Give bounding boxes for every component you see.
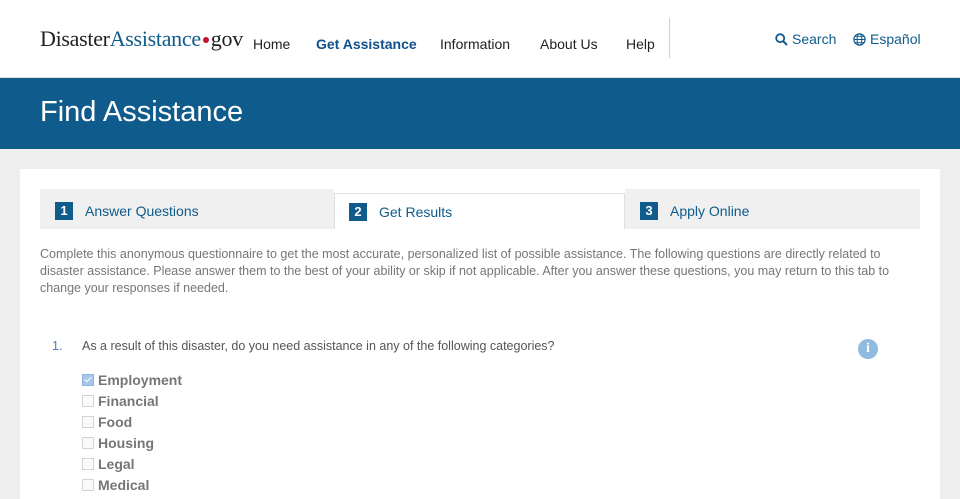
option-medical[interactable]: Medical	[82, 475, 182, 496]
logo-word-gov: gov	[210, 26, 243, 51]
option-label: Food	[98, 414, 133, 430]
option-employment[interactable]: Employment	[82, 370, 182, 391]
tab-label: Answer Questions	[85, 203, 199, 219]
option-financial[interactable]: Financial	[82, 391, 182, 412]
tab-number: 1	[55, 202, 73, 220]
nav-get-assistance[interactable]: Get Assistance	[316, 36, 417, 52]
page-banner: Find Assistance	[0, 78, 960, 149]
checkbox[interactable]	[82, 416, 94, 428]
option-label: Legal	[98, 456, 135, 472]
nav-information[interactable]: Information	[440, 36, 510, 52]
option-food[interactable]: Food	[82, 412, 182, 433]
logo-dot	[202, 36, 209, 43]
globe-icon	[853, 31, 870, 47]
tab-label: Get Results	[379, 204, 453, 220]
nav-about-us[interactable]: About Us	[540, 36, 598, 52]
site-logo[interactable]: DisasterAssistance gov	[40, 26, 243, 52]
language-link[interactable]: Español	[853, 31, 921, 47]
intro-text: Complete this anonymous questionnaire to…	[40, 247, 890, 295]
option-label: Employment	[98, 372, 183, 388]
tab-get-results[interactable]: 2 Get Results	[334, 193, 625, 229]
nav-home[interactable]: Home	[253, 36, 290, 52]
question-text: As a result of this disaster, do you nee…	[82, 339, 555, 353]
logo-word-disaster: Disaster	[40, 26, 110, 51]
tab-number: 3	[640, 202, 658, 220]
questionnaire-card: 1 Answer Questions 2 Get Results 3 Apply…	[20, 169, 940, 499]
checkbox[interactable]	[82, 374, 94, 386]
checkbox[interactable]	[82, 479, 94, 491]
option-legal[interactable]: Legal	[82, 454, 182, 475]
tab-label: Apply Online	[670, 203, 750, 219]
page-title: Find Assistance	[40, 96, 244, 128]
info-icon[interactable]: i	[858, 339, 878, 359]
search-label: Search	[792, 31, 837, 47]
checkbox[interactable]	[82, 437, 94, 449]
checkbox[interactable]	[82, 458, 94, 470]
category-options: Employment Financial Food Housing Legal …	[82, 370, 182, 496]
logo-word-assistance: Assistance	[109, 26, 201, 51]
search-icon	[775, 31, 792, 47]
option-label: Housing	[98, 435, 154, 451]
language-label: Español	[870, 31, 921, 47]
nav-help[interactable]: Help	[626, 36, 655, 52]
nav-divider	[669, 18, 670, 58]
option-label: Financial	[98, 393, 159, 409]
tab-apply-online[interactable]: 3 Apply Online	[625, 189, 920, 229]
search-link[interactable]: Search	[775, 31, 836, 47]
tab-answer-questions[interactable]: 1 Answer Questions	[40, 189, 334, 229]
option-housing[interactable]: Housing	[82, 433, 182, 454]
tab-number: 2	[349, 203, 367, 221]
checkbox[interactable]	[82, 395, 94, 407]
site-header: DisasterAssistance gov Home Get Assistanc…	[0, 0, 960, 78]
question-number: 1.	[52, 339, 63, 353]
option-label: Medical	[98, 477, 150, 493]
